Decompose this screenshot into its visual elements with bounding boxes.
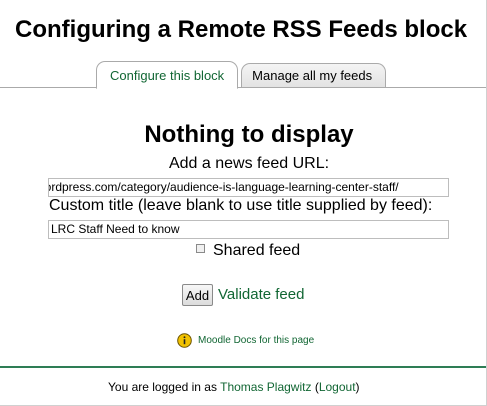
tab-divider — [0, 87, 486, 88]
shared-feed-label: Shared feed — [213, 242, 301, 259]
shared-feed-checkbox[interactable] — [196, 244, 205, 253]
moodle-docs-row: Moodle Docs for this page — [177, 333, 314, 348]
custom-title-label: Custom title (leave blank to use title s… — [49, 197, 433, 214]
feed-url-value: wordpress.com/category/audience-is-langu… — [48, 180, 399, 194]
custom-title-value: LRC Staff Need to know — [51, 222, 180, 236]
custom-title-input[interactable]: LRC Staff Need to know — [48, 220, 449, 239]
user-profile-link[interactable]: Thomas Plagwitz — [220, 380, 311, 394]
logout-close-paren: ) — [355, 380, 360, 394]
login-info-prefix: You are logged in as — [108, 380, 217, 394]
nothing-to-display-heading: Nothing to display — [144, 121, 354, 148]
validate-feed-link[interactable]: Validate feed — [218, 286, 304, 303]
info-icon — [177, 333, 192, 348]
tab-manage-all-my-feeds[interactable]: Manage all my feeds — [241, 63, 387, 88]
page-title: Configuring a Remote RSS Feeds block — [15, 16, 468, 43]
login-info: You are logged in as Thomas Plagwitz (Lo… — [108, 380, 360, 394]
page-frame: Configuring a Remote RSS Feeds block Con… — [0, 0, 487, 406]
moodle-docs-link[interactable]: Moodle Docs for this page — [198, 335, 314, 346]
footer-divider — [0, 366, 486, 368]
feed-url-input[interactable]: wordpress.com/category/audience-is-langu… — [48, 178, 449, 197]
add-button[interactable]: Add — [182, 284, 213, 306]
tab-configure-this-block[interactable]: Configure this block — [96, 61, 239, 89]
feed-url-label: Add a news feed URL: — [168, 155, 330, 172]
logout-link[interactable]: Logout — [319, 380, 356, 394]
shared-feed-row: Shared feed — [196, 242, 300, 260]
tab-bar: Configure this block Manage all my feeds — [96, 60, 387, 89]
